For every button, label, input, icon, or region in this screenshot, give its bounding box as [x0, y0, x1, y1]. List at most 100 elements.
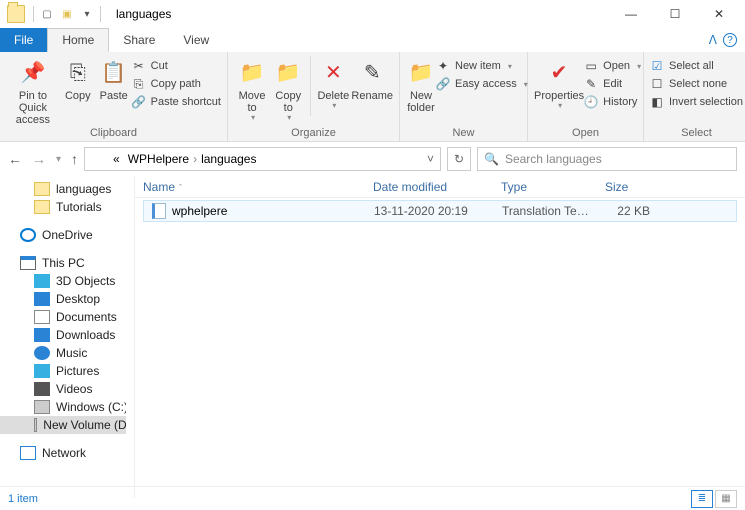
qat-properties-icon[interactable]: ▢ [39, 6, 55, 22]
ribbon-tabs: File Home Share View ᐱ ? [0, 28, 745, 52]
file-date-cell: 13-11-2020 20:19 [366, 204, 494, 218]
file-icon [152, 203, 166, 219]
paste-icon: 📋 [99, 58, 129, 88]
col-type[interactable]: Type [493, 180, 597, 194]
col-name[interactable]: Nameˆ [135, 180, 365, 194]
cut-button[interactable]: ✂Cut [132, 58, 221, 74]
tree-item-music[interactable]: Music [0, 344, 134, 362]
tree-item-downloads[interactable]: Downloads [0, 326, 134, 344]
tab-file[interactable]: File [0, 28, 47, 52]
breadcrumb-languages[interactable]: languages [197, 152, 260, 166]
tab-share[interactable]: Share [109, 28, 169, 52]
tree-item-desktop[interactable]: Desktop [0, 290, 134, 308]
ribbon-collapse-icon[interactable]: ᐱ [709, 33, 717, 47]
tab-view[interactable]: View [169, 28, 223, 52]
qat-customize-icon[interactable]: ▾ [79, 6, 95, 22]
breadcrumb-wphelpere[interactable]: WPHelpere [124, 152, 193, 166]
tree-item-label: New Volume (D:) [43, 418, 134, 432]
tree-item-3d-objects[interactable]: 3D Objects [0, 272, 134, 290]
tab-home[interactable]: Home [47, 28, 109, 52]
tree-item-label: 3D Objects [56, 274, 115, 288]
tree-item-videos[interactable]: Videos [0, 380, 134, 398]
window-buttons: — ☐ ✕ [609, 0, 741, 28]
item-count: 1 item [8, 493, 38, 505]
help-icon[interactable]: ? [723, 33, 737, 47]
ribbon: 📌 Pin to Quick access ⎘ Copy 📋 Paste ✂Cu… [0, 52, 745, 142]
view-toggle: ≣ ▦ [691, 490, 737, 508]
tree-item-onedrive[interactable]: OneDrive [0, 226, 134, 244]
tree-item-label: languages [56, 182, 111, 196]
delete-button[interactable]: ✕ Delete▾ [315, 56, 351, 111]
new-item-button[interactable]: ✦New item▾ [436, 58, 528, 74]
move-to-label: Move to [234, 90, 270, 114]
easy-access-button[interactable]: 🔗Easy access▾ [436, 76, 528, 92]
copy-to-button[interactable]: 📁 Copy to▾ [270, 56, 306, 123]
copy-path-icon: ⎘ [132, 77, 146, 91]
select-none-button[interactable]: ☐Select none [650, 76, 743, 92]
paste-shortcut-icon: 🔗 [132, 95, 146, 109]
details-view-button[interactable]: ≣ [691, 490, 713, 508]
address-bar[interactable]: « WPHelpere › languages ˅ [84, 147, 441, 171]
tree-item-label: Downloads [56, 328, 115, 342]
close-button[interactable]: ✕ [697, 0, 741, 28]
quick-access-toolbar: ▢ ▣ ▾ [39, 6, 95, 22]
tree-item-languages[interactable]: languages [0, 180, 134, 198]
tree-item-documents[interactable]: Documents [0, 308, 134, 326]
paste-button[interactable]: 📋 Paste [96, 56, 132, 102]
tree-item-new-volume-d-[interactable]: New Volume (D:) [0, 416, 134, 434]
main-area: languages Tutorials OneDrive This PC 3D Obje… [0, 176, 745, 498]
address-folder-icon [89, 152, 105, 166]
tree-item-tutorials[interactable]: Tutorials [0, 198, 134, 216]
copy-to-label: Copy to [270, 90, 306, 114]
paste-shortcut-button[interactable]: 🔗Paste shortcut [132, 94, 221, 110]
invert-selection-button[interactable]: ◧Invert selection [650, 94, 743, 110]
pc-icon [20, 256, 36, 270]
group-label-open: Open [528, 127, 643, 141]
tree-item-pictures[interactable]: Pictures [0, 362, 134, 380]
refresh-button[interactable]: ↻ [447, 147, 471, 171]
tree-item-label: Documents [56, 310, 117, 324]
copy-path-button[interactable]: ⎘Copy path [132, 76, 221, 92]
breadcrumb-overflow[interactable]: « [109, 152, 124, 166]
file-row[interactable]: wphelpere 13-11-2020 20:19 Translation T… [143, 200, 737, 222]
copy-button[interactable]: ⎘ Copy [60, 56, 96, 102]
select-all-icon: ☑ [650, 59, 664, 73]
forward-button[interactable]: → [32, 151, 46, 167]
properties-button[interactable]: ✔ Properties▾ [534, 56, 584, 111]
back-button[interactable]: ← [8, 151, 22, 167]
col-size[interactable]: Size [597, 180, 657, 194]
up-button[interactable]: ↑ [71, 151, 78, 167]
address-dropdown-icon[interactable]: ˅ [421, 152, 440, 166]
folder-icon [34, 182, 50, 196]
maximize-button[interactable]: ☐ [653, 0, 697, 28]
new-folder-button[interactable]: 📁 New folder [406, 56, 436, 114]
move-to-button[interactable]: 📁 Move to▾ [234, 56, 270, 123]
qat-newfolder-icon[interactable]: ▣ [59, 6, 75, 22]
search-icon: 🔍 [484, 152, 499, 166]
col-date[interactable]: Date modified [365, 180, 493, 194]
tree-item-label: Music [56, 346, 87, 360]
search-input[interactable]: 🔍 Search languages [477, 147, 737, 171]
pin-to-quick-access-button[interactable]: 📌 Pin to Quick access [6, 56, 60, 126]
app-icon [7, 5, 25, 23]
recent-locations-button[interactable]: ▾ [56, 154, 61, 165]
ribbon-group-clipboard: 📌 Pin to Quick access ⎘ Copy 📋 Paste ✂Cu… [0, 52, 228, 141]
copy-label: Copy [65, 90, 91, 102]
copy-icon: ⎘ [63, 58, 93, 88]
tree-item-label: This PC [42, 256, 85, 270]
minimize-button[interactable]: — [609, 0, 653, 28]
separator [100, 6, 101, 22]
open-button[interactable]: ▭Open▾ [584, 58, 641, 74]
rename-button[interactable]: ✎ Rename [351, 56, 393, 102]
history-button[interactable]: 🕘History [584, 94, 641, 110]
thumbnails-view-button[interactable]: ▦ [715, 490, 737, 508]
tree-item-network[interactable]: Network [0, 444, 134, 462]
edit-button[interactable]: ✎Edit [584, 76, 641, 92]
tree-item-windows-c-[interactable]: Windows (C:) [0, 398, 134, 416]
tree-item-this-pc[interactable]: This PC [0, 254, 134, 272]
select-all-button[interactable]: ☑Select all [650, 58, 743, 74]
navigation-pane[interactable]: languages Tutorials OneDrive This PC 3D Obje… [0, 176, 135, 498]
tree-item-label: Videos [56, 382, 92, 396]
nav-arrows: ← → ▾ ↑ [8, 151, 78, 167]
music-icon [34, 346, 50, 360]
